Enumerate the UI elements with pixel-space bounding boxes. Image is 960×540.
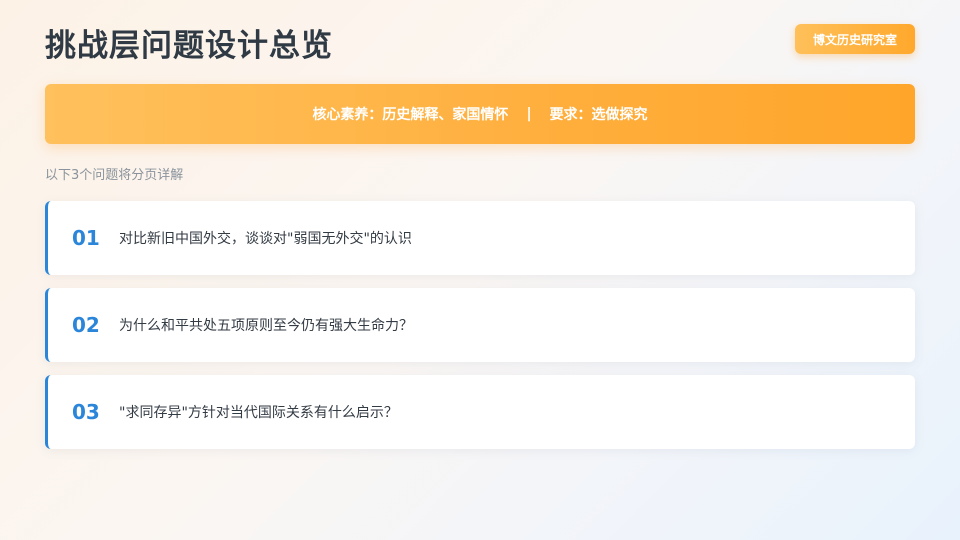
question-text: "求同存异"方针对当代国际关系有什么启示？ (119, 405, 398, 421)
question-number: 01 (72, 226, 100, 250)
question-text: 对比新旧中国外交，谈谈对"弱国无外交"的认识 (119, 231, 412, 247)
question-text: 为什么和平共处五项原则至今仍有强大生命力？ (119, 318, 413, 334)
question-number: 03 (72, 400, 100, 424)
banner-separator: | (526, 106, 532, 122)
requirement-text: 要求：选做探究 (549, 107, 648, 123)
brand-badge: 博文历史研究室 (795, 24, 915, 54)
question-card-2[interactable]: 02 为什么和平共处五项原则至今仍有强大生命力？ (45, 288, 915, 362)
requirements-banner: 核心素养：历史解释、家国情怀 | 要求：选做探究 (45, 84, 915, 144)
core-literacy-text: 核心素养：历史解释、家国情怀 (312, 107, 509, 123)
section-subtitle: 以下3个问题将分页详解 (45, 168, 184, 183)
page-title: 挑战层问题设计总览 (45, 28, 333, 64)
question-number: 02 (72, 313, 100, 337)
question-card-1[interactable]: 01 对比新旧中国外交，谈谈对"弱国无外交"的认识 (45, 201, 915, 275)
question-card-3[interactable]: 03 "求同存异"方针对当代国际关系有什么启示？ (45, 375, 915, 449)
